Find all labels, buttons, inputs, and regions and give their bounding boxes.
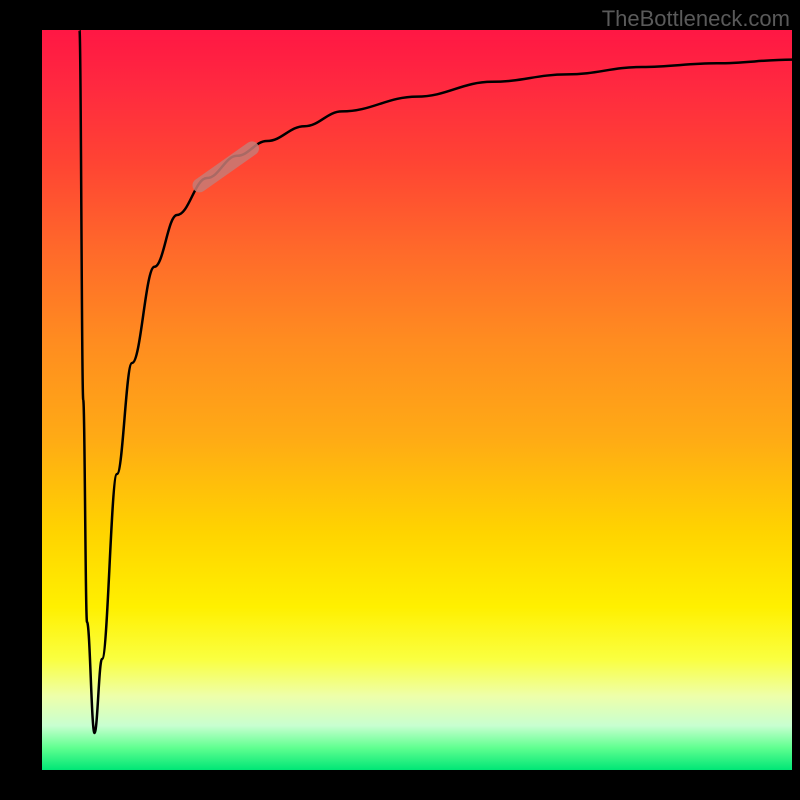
curve-layer (42, 30, 792, 770)
plot-area (42, 30, 792, 770)
watermark-text: TheBottleneck.com (602, 6, 790, 32)
highlight-segment (200, 148, 253, 185)
curve-path (80, 30, 793, 733)
